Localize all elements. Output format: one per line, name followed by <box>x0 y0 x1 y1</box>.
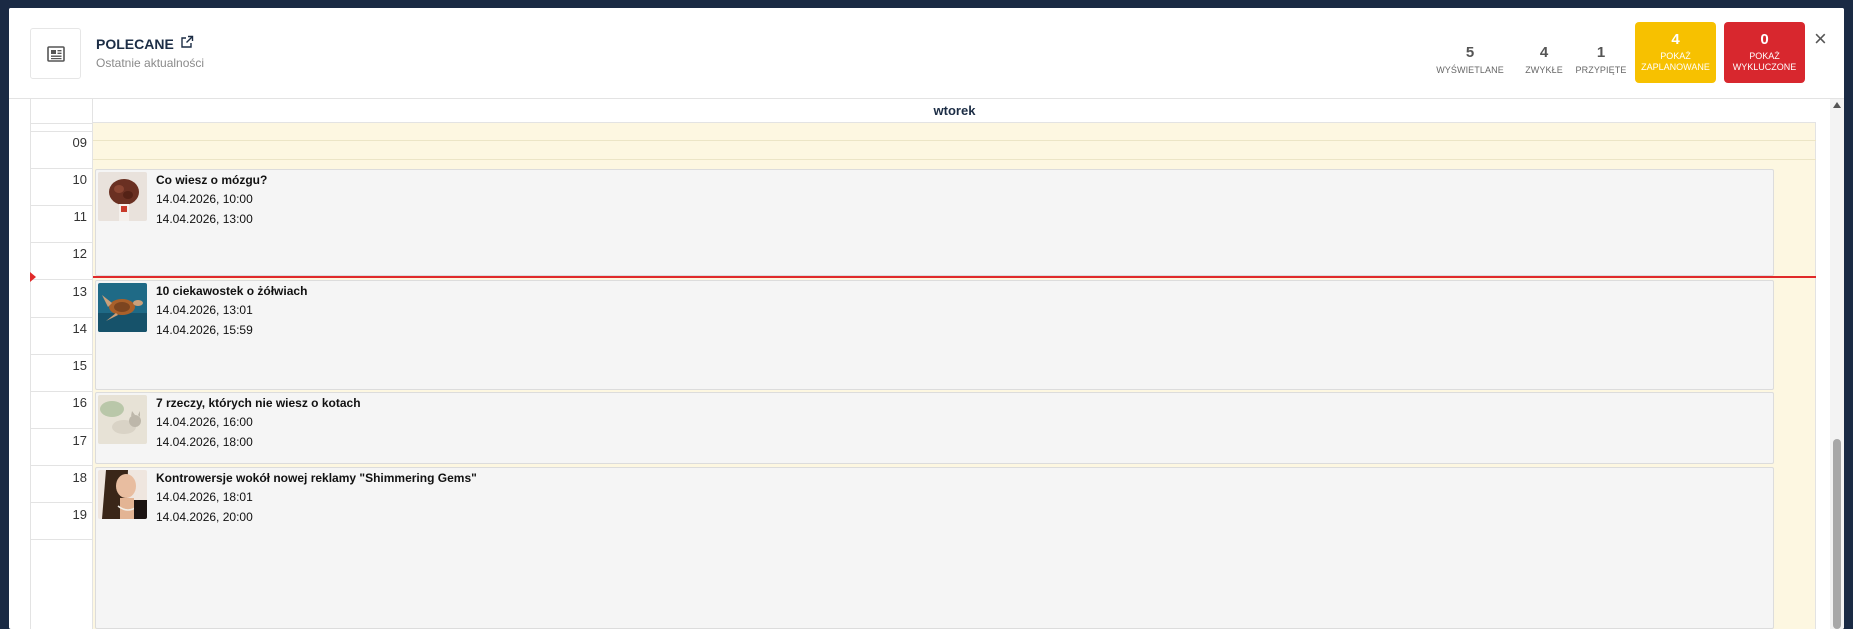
external-link-icon[interactable] <box>180 35 194 52</box>
show-planned-button[interactable]: 4 POKAŻ ZAPLANOWANE <box>1635 22 1716 83</box>
time-divider <box>31 123 94 124</box>
show-excluded-button[interactable]: 0 POKAŻ WYKLUCZONE <box>1724 22 1805 83</box>
stat-displayed: 5 WYŚWIETLANE <box>1433 44 1507 75</box>
event-end: 14.04.2026, 15:59 <box>156 323 253 337</box>
event-card[interactable]: 7 rzeczy, których nie wiesz o kotach 14.… <box>95 392 1774 464</box>
event-thumbnail-woman <box>98 470 147 519</box>
stat-pinned: 1 PRZYPIĘTE <box>1573 44 1629 75</box>
close-icon[interactable]: × <box>1814 28 1827 50</box>
grid-line <box>93 140 1816 141</box>
event-start: 14.04.2026, 10:00 <box>156 192 253 206</box>
event-start: 14.04.2026, 13:01 <box>156 303 253 317</box>
event-card[interactable]: 10 ciekawostek o żółwiach 14.04.2026, 13… <box>95 280 1774 390</box>
time-divider <box>31 539 94 540</box>
event-end: 14.04.2026, 13:00 <box>156 212 253 226</box>
hour-label-09: 09 <box>72 135 87 150</box>
time-divider <box>31 168 94 169</box>
modal-dialog: POLECANE Ostatnie aktualności 5 WYŚWIETL… <box>9 8 1844 629</box>
stat-displayed-count: 5 <box>1465 44 1475 61</box>
vertical-scrollbar[interactable] <box>1830 99 1844 629</box>
event-end: 14.04.2026, 18:00 <box>156 435 253 449</box>
time-divider <box>31 354 94 355</box>
background-strip <box>0 0 1853 8</box>
time-divider <box>31 428 94 429</box>
page-title: POLECANE <box>96 35 194 52</box>
hour-label-11: 11 <box>73 209 88 224</box>
time-divider <box>31 317 94 318</box>
event-start: 14.04.2026, 16:00 <box>156 415 253 429</box>
page-subtitle: Ostatnie aktualności <box>96 56 205 70</box>
planned-label-1: POKAŻ <box>1660 51 1691 61</box>
time-divider <box>31 502 94 503</box>
modal-header: POLECANE Ostatnie aktualności 5 WYŚWIETL… <box>9 8 1844 99</box>
calendar-view: 09 10 11 12 13 14 15 16 17 18 19 wtorek <box>30 99 1827 629</box>
event-start: 14.04.2026, 18:01 <box>156 490 253 504</box>
time-column: 09 10 11 12 13 14 15 16 17 18 19 <box>30 99 94 629</box>
event-title: 7 rzeczy, których nie wiesz o kotach <box>156 396 361 410</box>
excluded-label-1: POKAŻ <box>1749 51 1780 61</box>
hour-label-16: 16 <box>72 395 87 410</box>
stat-regular-label: ZWYKŁE <box>1525 65 1563 75</box>
current-time-marker <box>30 272 36 282</box>
event-title: 10 ciekawostek o żółwiach <box>156 284 308 298</box>
hour-label-15: 15 <box>72 358 87 373</box>
stat-regular-count: 4 <box>1539 44 1549 61</box>
day-header: wtorek <box>93 99 1816 123</box>
stat-pinned-count: 1 <box>1596 44 1606 61</box>
time-divider <box>31 242 94 243</box>
current-time-line <box>93 276 1816 278</box>
stat-pinned-label: PRZYPIĘTE <box>1575 65 1627 75</box>
scroll-up-arrow-icon[interactable] <box>1833 102 1841 108</box>
time-divider <box>31 465 94 466</box>
hour-label-17: 17 <box>72 433 87 448</box>
event-card[interactable]: Co wiesz o mózgu? 14.04.2026, 10:00 14.0… <box>95 169 1774 276</box>
event-end: 14.04.2026, 20:00 <box>156 510 253 524</box>
grid-line <box>93 159 1816 160</box>
hour-label-10: 10 <box>72 172 87 187</box>
hour-label-12: 12 <box>72 246 87 261</box>
event-thumbnail-cat <box>98 395 147 444</box>
event-title: Co wiesz o mózgu? <box>156 173 268 187</box>
hour-label-18: 18 <box>72 470 87 485</box>
event-card[interactable]: Kontrowersje wokół nowej reklamy "Shimme… <box>95 467 1774 629</box>
time-divider <box>31 205 94 206</box>
event-thumbnail-brain <box>98 172 147 221</box>
planned-label-2: ZAPLANOWANE <box>1641 62 1710 72</box>
page-title-text: POLECANE <box>96 35 174 52</box>
time-divider <box>31 279 94 280</box>
stat-displayed-label: WYŚWIETLANE <box>1436 65 1504 75</box>
hour-label-14: 14 <box>72 321 87 336</box>
event-title: Kontrowersje wokół nowej reklamy "Shimme… <box>156 471 477 485</box>
planned-count: 4 <box>1671 31 1680 48</box>
hour-label-19: 19 <box>72 507 87 522</box>
stat-regular: 4 ZWYKŁE <box>1517 44 1571 75</box>
newspaper-icon <box>30 28 81 79</box>
time-divider <box>31 131 94 132</box>
time-divider <box>31 391 94 392</box>
excluded-count: 0 <box>1760 31 1769 48</box>
scrollbar-thumb[interactable] <box>1833 439 1841 629</box>
hour-label-13: 13 <box>72 284 87 299</box>
event-thumbnail-turtle <box>98 283 147 332</box>
excluded-label-2: WYKLUCZONE <box>1732 62 1797 72</box>
